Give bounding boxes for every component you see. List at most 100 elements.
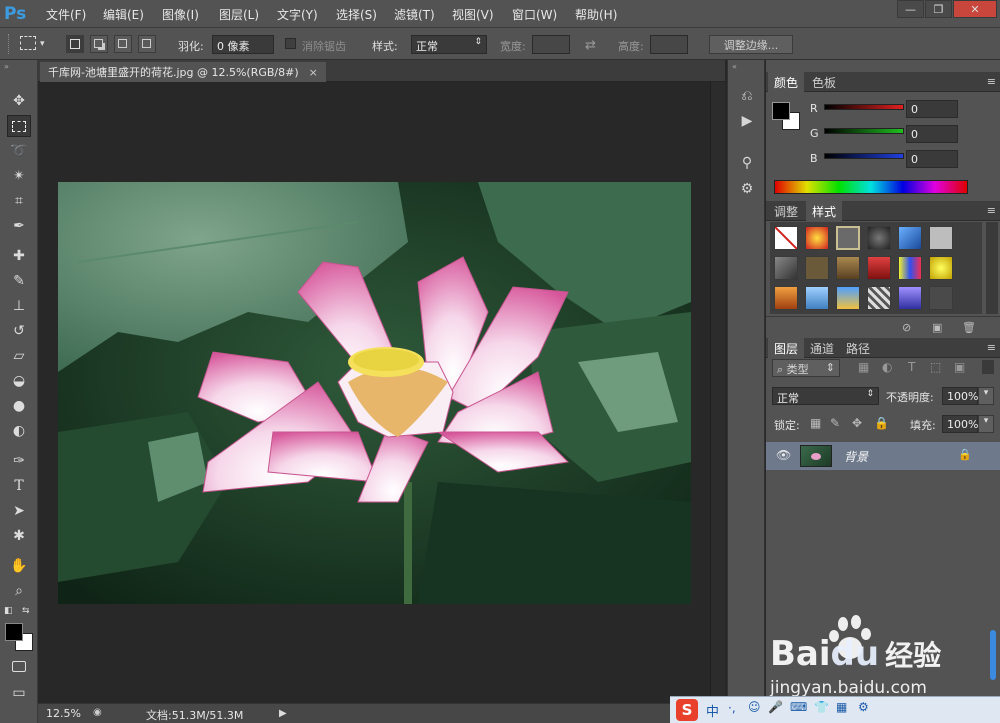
layer-filter-select[interactable]: ⌕ 类型 ⇕ — [772, 359, 840, 377]
eraser-tool-icon[interactable]: ▱ — [7, 345, 31, 367]
style-swatch-17[interactable] — [898, 286, 922, 310]
style-swatch-11[interactable] — [898, 256, 922, 280]
blue-value-input[interactable]: 0 — [906, 150, 958, 168]
tab-channels[interactable]: 通道 — [804, 338, 840, 358]
fill-input[interactable]: 100% — [942, 415, 978, 433]
styles-scrollbar[interactable] — [986, 222, 998, 314]
style-swatch-9[interactable] — [836, 256, 860, 280]
blend-mode-select[interactable]: 正常 ⇕ — [772, 387, 879, 405]
expand-panels-icon[interactable]: « — [732, 62, 737, 71]
red-slider[interactable] — [824, 104, 904, 110]
delete-style-icon[interactable]: 🗑 — [962, 321, 976, 334]
color-spectrum-bar[interactable] — [774, 180, 968, 194]
zoom-tool-icon[interactable]: ⌕ — [7, 580, 31, 602]
swap-icon[interactable]: ⇄ — [585, 38, 596, 53]
no-style-icon[interactable]: ⊘ — [902, 321, 911, 334]
swap-colors-icon[interactable]: ⇆ — [22, 606, 30, 616]
actions-panel-icon[interactable]: ▶ — [736, 110, 758, 132]
keyboard-icon[interactable]: ⌨ — [790, 700, 807, 714]
layer-name[interactable]: 背景 — [844, 448, 868, 465]
green-slider[interactable] — [824, 128, 904, 134]
layers-panel-menu-icon[interactable]: ≡ — [987, 341, 996, 354]
ime-logo[interactable]: S — [676, 699, 698, 721]
shape-filter-icon[interactable]: ⬚ — [930, 360, 941, 374]
crop-tool-icon[interactable]: ⌗ — [7, 190, 31, 212]
fill-dropdown-icon[interactable]: ▾ — [978, 415, 994, 433]
tab-adjustments[interactable]: 调整 — [768, 201, 804, 221]
style-swatch-6[interactable] — [929, 226, 953, 250]
canvas-vertical-scrollbar[interactable] — [710, 82, 725, 703]
menu-window[interactable]: 窗口(W) — [512, 6, 557, 22]
style-swatch-14[interactable] — [805, 286, 829, 310]
menu-file[interactable]: 文件(F) — [46, 6, 86, 22]
restore-button[interactable]: ❐ — [925, 0, 952, 18]
canvas-image[interactable] — [58, 182, 691, 604]
voice-icon[interactable]: 🎤 — [768, 700, 783, 714]
lock-position-icon[interactable]: ✥ — [852, 416, 862, 430]
grip-handle[interactable] — [8, 34, 10, 54]
ime-settings-icon[interactable]: ⚙ — [858, 700, 869, 714]
screen-mode-icon[interactable]: ▭ — [7, 682, 31, 704]
close-window-button[interactable]: ✕ — [953, 0, 997, 18]
color-fg-swatch[interactable] — [772, 102, 790, 120]
red-value-input[interactable]: 0 — [906, 100, 958, 118]
pixel-filter-icon[interactable]: ▦ — [858, 360, 869, 374]
lock-transparent-icon[interactable]: ▦ — [810, 416, 821, 430]
style-swatch-10[interactable] — [867, 256, 891, 280]
zoom-level[interactable]: 12.5% — [46, 707, 81, 720]
opacity-input[interactable]: 100% — [942, 387, 978, 405]
path-selection-tool-icon[interactable]: ➤ — [7, 500, 31, 522]
pen-tool-icon[interactable]: ✑ — [7, 450, 31, 472]
document-tab[interactable]: 千库网-池塘里盛开的荷花.jpg @ 12.5%(RGB/8#) × — [40, 62, 326, 82]
eye-visibility-icon[interactable]: 👁 — [776, 448, 791, 462]
move-tool-icon[interactable]: ✥ — [7, 90, 31, 112]
tool-preset-panel-icon[interactable]: ⚙ — [736, 178, 758, 200]
type-filter-icon[interactable]: T — [908, 360, 915, 374]
tab-color[interactable]: 颜色 — [768, 72, 805, 92]
style-swatch-2[interactable] — [805, 226, 829, 250]
dodge-tool-icon[interactable]: ◐ — [7, 420, 31, 442]
add-selection-icon[interactable] — [90, 35, 108, 53]
lasso-tool-icon[interactable]: ➰ — [7, 140, 31, 162]
clone-stamp-tool-icon[interactable]: ⊥ — [7, 295, 31, 317]
minimize-button[interactable]: — — [897, 0, 924, 18]
layer-row-background[interactable]: 👁 背景 🔒 — [766, 442, 1000, 470]
menu-help[interactable]: 帮助(H) — [575, 6, 617, 22]
tab-layers[interactable]: 图层 — [768, 338, 805, 358]
healing-brush-tool-icon[interactable]: ✚ — [7, 245, 31, 267]
tab-swatches[interactable]: 色板 — [806, 72, 842, 92]
intersect-selection-icon[interactable] — [138, 35, 156, 53]
new-style-icon[interactable]: ▣ — [932, 321, 942, 334]
green-value-input[interactable]: 0 — [906, 125, 958, 143]
skin-icon[interactable]: 👕 — [814, 700, 829, 714]
blur-tool-icon[interactable]: ● — [7, 395, 31, 417]
width-input[interactable] — [532, 35, 570, 54]
feather-input[interactable]: 0 像素 — [212, 35, 274, 54]
history-panel-icon[interactable]: ⎌ — [736, 85, 758, 107]
style-swatch-12[interactable] — [929, 256, 953, 280]
color-panel-menu-icon[interactable]: ≡ — [987, 75, 996, 88]
style-none[interactable] — [774, 226, 798, 250]
filter-toggle[interactable] — [982, 360, 994, 374]
type-tool-icon[interactable]: T — [7, 475, 31, 497]
brush-tool-icon[interactable]: ✎ — [7, 270, 31, 292]
status-menu-arrow-icon[interactable]: ▶ — [279, 708, 287, 719]
style-swatch-3[interactable] — [836, 226, 860, 250]
height-input[interactable] — [650, 35, 688, 54]
tab-paths[interactable]: 路径 — [840, 338, 876, 358]
refine-edge-button[interactable]: 调整边缘... — [709, 35, 793, 54]
default-colors-icon[interactable]: ◧ — [4, 606, 13, 616]
subtract-selection-icon[interactable] — [114, 35, 132, 53]
lock-all-icon[interactable]: 🔒 — [874, 416, 889, 430]
antialias-checkbox[interactable] — [285, 38, 296, 49]
marquee-preset-icon[interactable] — [20, 36, 36, 50]
magic-wand-tool-icon[interactable]: ✴ — [7, 165, 31, 187]
toolbox-icon[interactable]: ▦ — [836, 700, 847, 714]
menu-image[interactable]: 图像(I) — [162, 6, 199, 22]
collapse-toolbox-icon[interactable]: » — [4, 62, 9, 71]
blue-slider[interactable] — [824, 153, 904, 159]
chevron-down-icon[interactable]: ▾ — [40, 39, 45, 49]
tab-styles[interactable]: 样式 — [806, 201, 843, 221]
paint-bucket-tool-icon[interactable]: ◒ — [7, 370, 31, 392]
eyedropper-tool-icon[interactable]: ✒ — [7, 215, 31, 237]
